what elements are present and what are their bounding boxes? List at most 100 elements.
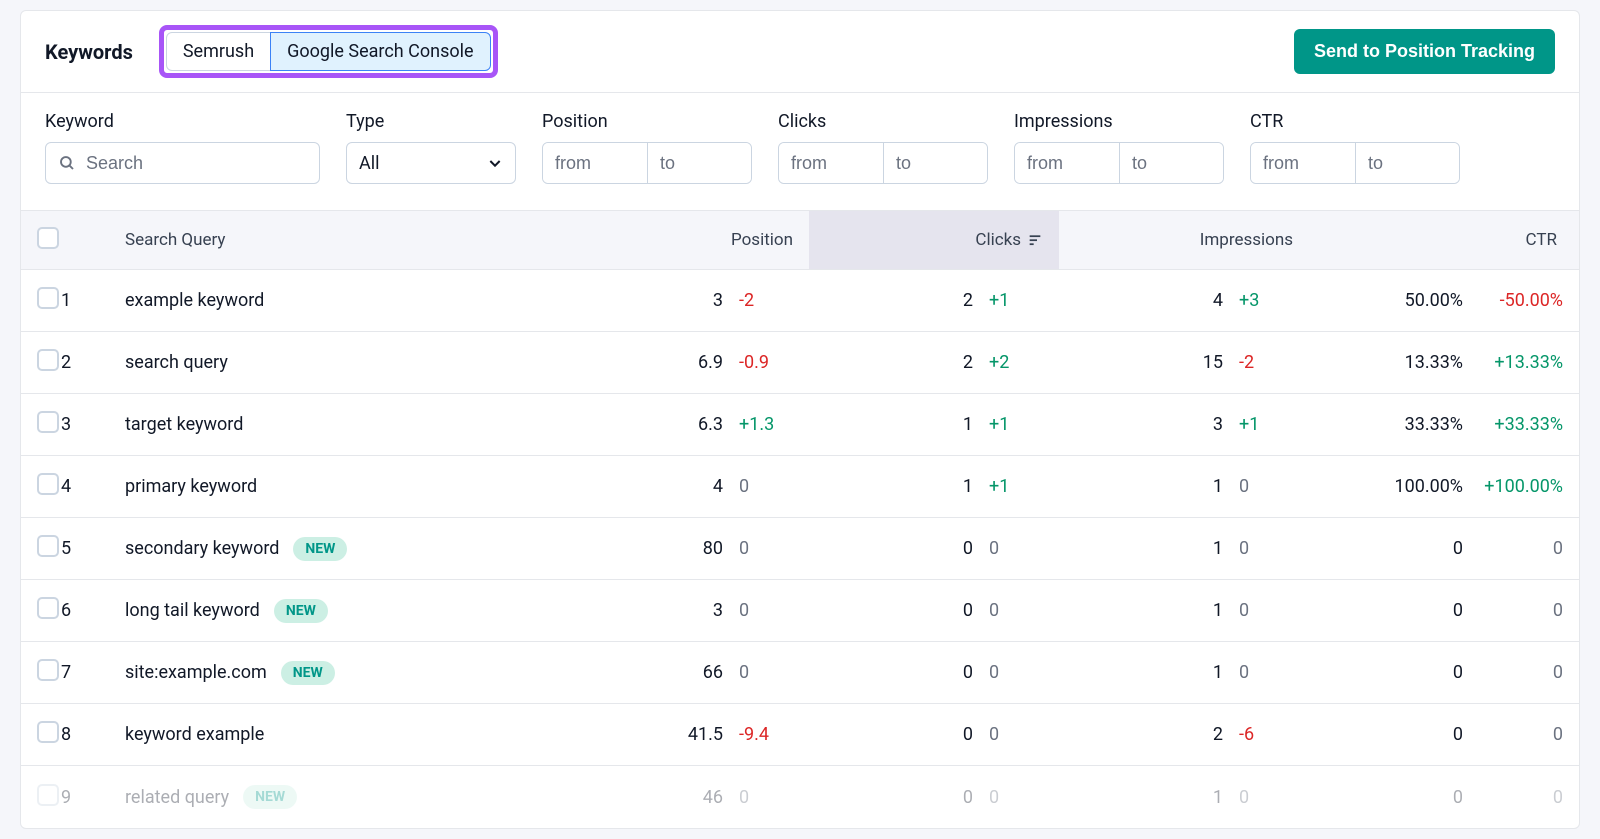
col-ctr[interactable]: CTR	[1309, 230, 1579, 250]
impressions-cell: 1 0	[1059, 476, 1309, 497]
page-title: Keywords	[45, 40, 133, 64]
clicks-to-input[interactable]	[883, 143, 987, 183]
ctr-delta: +33.33%	[1463, 414, 1563, 435]
tab-semrush[interactable]: Semrush	[166, 32, 271, 71]
clicks-delta: 0	[973, 787, 1043, 808]
row-checkbox[interactable]	[37, 287, 59, 309]
search-icon	[58, 154, 76, 172]
clicks-value: 0	[895, 600, 973, 621]
position-value: 3	[645, 290, 723, 311]
position-value: 66	[645, 662, 723, 683]
position-delta: -0.9	[723, 352, 793, 373]
row-checkbox[interactable]	[37, 411, 59, 433]
col-clicks[interactable]: Clicks	[809, 211, 1059, 269]
clicks-cell: 2 +2	[809, 352, 1059, 373]
filter-position-label: Position	[542, 111, 752, 132]
row-checkbox[interactable]	[37, 659, 59, 681]
ctr-value: 0	[1363, 787, 1463, 808]
impressions-value: 1	[1145, 662, 1223, 683]
clicks-cell: 1 +1	[809, 476, 1059, 497]
row-query[interactable]: search query	[109, 352, 639, 373]
row-checkbox[interactable]	[37, 597, 59, 619]
position-cell: 4 0	[639, 476, 809, 497]
clicks-delta: +2	[973, 352, 1043, 373]
select-all-checkbox[interactable]	[37, 227, 59, 249]
search-input[interactable]	[86, 153, 307, 174]
row-query[interactable]: target keyword	[109, 414, 639, 435]
query-text: related query	[125, 787, 229, 808]
send-to-position-tracking-button[interactable]: Send to Position Tracking	[1294, 29, 1555, 74]
position-delta: -9.4	[723, 724, 793, 745]
table-row: 6 long tail keyword NEW 3 0 0 0 1 0 0 0	[21, 580, 1579, 642]
row-query[interactable]: primary keyword	[109, 476, 639, 497]
row-query[interactable]: long tail keyword NEW	[109, 599, 639, 623]
position-delta: 0	[723, 600, 793, 621]
impressions-to-input[interactable]	[1119, 143, 1223, 183]
new-badge: NEW	[243, 785, 297, 809]
tab-gsc[interactable]: Google Search Console	[270, 32, 490, 71]
ctr-delta: -50.00%	[1463, 290, 1563, 311]
chevron-down-icon	[487, 155, 503, 171]
impressions-delta: +3	[1223, 290, 1293, 311]
filter-ctr-range	[1250, 142, 1460, 184]
impressions-delta: -6	[1223, 724, 1293, 745]
clicks-value: 0	[895, 724, 973, 745]
row-checkbox[interactable]	[37, 473, 59, 495]
table-row: 5 secondary keyword NEW 80 0 0 0 1 0 0 0	[21, 518, 1579, 580]
row-query[interactable]: secondary keyword NEW	[109, 537, 639, 561]
ctr-cell: 100.00% +100.00%	[1309, 476, 1579, 497]
row-query[interactable]: site:example.com NEW	[109, 661, 639, 685]
filter-type-select[interactable]: All	[346, 142, 516, 184]
position-to-input[interactable]	[647, 143, 751, 183]
position-cell: 80 0	[639, 538, 809, 559]
impressions-cell: 1 0	[1059, 662, 1309, 683]
table-row: 2 search query 6.9 -0.9 2 +2 15 -2 13.33…	[21, 332, 1579, 394]
filter-keyword-search[interactable]	[45, 142, 320, 184]
clicks-cell: 0 0	[809, 724, 1059, 745]
position-cell: 46 0	[639, 787, 809, 808]
ctr-value: 33.33%	[1363, 414, 1463, 435]
row-index: 1	[61, 290, 109, 311]
impressions-from-input[interactable]	[1015, 143, 1119, 183]
impressions-cell: 4 +3	[1059, 290, 1309, 311]
row-query[interactable]: keyword example	[109, 724, 639, 745]
col-impressions[interactable]: Impressions	[1059, 230, 1309, 250]
table-row: 3 target keyword 6.3 +1.3 1 +1 3 +1 33.3…	[21, 394, 1579, 456]
position-from-input[interactable]	[543, 143, 647, 183]
table-header: Search Query Position Clicks Impressions…	[21, 210, 1579, 270]
ctr-delta: +13.33%	[1463, 352, 1563, 373]
col-search-query[interactable]: Search Query	[109, 230, 639, 250]
row-query[interactable]: example keyword	[109, 290, 639, 311]
row-checkbox[interactable]	[37, 784, 59, 806]
ctr-cell: 0 0	[1309, 787, 1579, 808]
position-delta: 0	[723, 787, 793, 808]
clicks-cell: 0 0	[809, 662, 1059, 683]
ctr-cell: 33.33% +33.33%	[1309, 414, 1579, 435]
row-index: 4	[61, 476, 109, 497]
impressions-value: 3	[1145, 414, 1223, 435]
filter-position-range	[542, 142, 752, 184]
row-checkbox[interactable]	[37, 721, 59, 743]
clicks-delta: 0	[973, 662, 1043, 683]
ctr-from-input[interactable]	[1251, 143, 1355, 183]
col-position[interactable]: Position	[639, 230, 809, 250]
ctr-to-input[interactable]	[1355, 143, 1459, 183]
clicks-cell: 1 +1	[809, 414, 1059, 435]
position-value: 3	[645, 600, 723, 621]
clicks-from-input[interactable]	[779, 143, 883, 183]
row-checkbox[interactable]	[37, 535, 59, 557]
position-delta: -2	[723, 290, 793, 311]
row-query[interactable]: related query NEW	[109, 785, 639, 809]
row-index: 7	[61, 662, 109, 683]
table-row: 1 example keyword 3 -2 2 +1 4 +3 50.00% …	[21, 270, 1579, 332]
ctr-cell: 0 0	[1309, 724, 1579, 745]
position-cell: 6.9 -0.9	[639, 352, 809, 373]
ctr-value: 0	[1363, 538, 1463, 559]
ctr-value: 0	[1363, 662, 1463, 683]
impressions-value: 2	[1145, 724, 1223, 745]
row-checkbox[interactable]	[37, 349, 59, 371]
impressions-value: 1	[1145, 787, 1223, 808]
impressions-cell: 15 -2	[1059, 352, 1309, 373]
impressions-delta: -2	[1223, 352, 1293, 373]
ctr-delta: +100.00%	[1463, 476, 1563, 497]
